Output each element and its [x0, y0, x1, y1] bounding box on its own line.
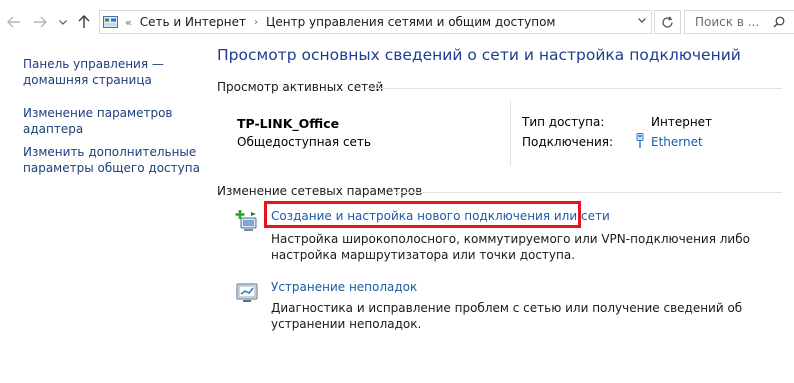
- change-adapter-settings-link[interactable]: Изменение параметров адаптера: [23, 105, 193, 137]
- arrow-up-icon: [78, 15, 90, 28]
- section-divider: [366, 88, 782, 89]
- access-type-label: Тип доступа:: [522, 115, 605, 129]
- advanced-sharing-settings-link[interactable]: Изменить дополнительные параметры общего…: [23, 144, 208, 176]
- search-icon: [773, 16, 785, 28]
- address-bar[interactable]: « Сеть и Интернет › Центр управления сет…: [99, 10, 652, 34]
- change-settings-header: Изменение сетевых параметров: [217, 184, 423, 198]
- ethernet-icon: [636, 133, 644, 148]
- setup-new-connection-description: Настройка широкополосного, коммутируемог…: [271, 232, 750, 262]
- breadcrumb-overflow[interactable]: «: [125, 16, 132, 29]
- highlight-annotation: [264, 201, 581, 228]
- section-divider: [396, 192, 782, 193]
- arrow-right-icon: [34, 16, 47, 28]
- access-type-value: Интернет: [651, 115, 713, 129]
- network-name: TP-LINK_Office: [237, 116, 340, 131]
- troubleshoot-description: Диагностика и исправление проблем с сеть…: [271, 301, 743, 331]
- ethernet-connection-link[interactable]: Ethernet: [651, 135, 703, 149]
- search-input[interactable]: Поиск в ...: [684, 10, 794, 34]
- address-dropdown-button[interactable]: [638, 16, 646, 26]
- back-button[interactable]: [6, 13, 22, 31]
- connections-label: Подключения:: [522, 135, 614, 149]
- chevron-down-icon: [638, 18, 646, 23]
- search-placeholder: Поиск в ...: [695, 15, 760, 29]
- page-title: Просмотр основных сведений о сети и наст…: [217, 46, 741, 64]
- breadcrumb-network-center[interactable]: Центр управления сетями и общим доступом: [266, 15, 555, 29]
- chevron-down-icon: [59, 19, 67, 25]
- forward-button[interactable]: [32, 13, 48, 31]
- troubleshoot-link[interactable]: Устранение неполадок: [271, 280, 417, 294]
- recent-locations-button[interactable]: [57, 13, 69, 31]
- breadcrumb-separator-icon[interactable]: ›: [254, 17, 258, 28]
- network-category-link[interactable]: Общедоступная сеть: [237, 135, 371, 149]
- address-toolbar: « Сеть и Интернет › Центр управления сет…: [0, 0, 794, 44]
- arrow-left-icon: [7, 16, 20, 28]
- up-button[interactable]: [76, 13, 92, 31]
- vertical-divider: [510, 100, 511, 166]
- new-connection-icon: [235, 210, 257, 231]
- control-panel-home-link[interactable]: Панель управления — домашняя страница: [23, 56, 193, 88]
- refresh-button[interactable]: [654, 10, 681, 34]
- control-panel-icon: [103, 15, 119, 29]
- troubleshoot-icon: [236, 283, 258, 302]
- active-networks-header: Просмотр активных сетей: [217, 80, 384, 94]
- breadcrumb-network-internet[interactable]: Сеть и Интернет: [140, 15, 246, 29]
- refresh-icon: [662, 15, 673, 28]
